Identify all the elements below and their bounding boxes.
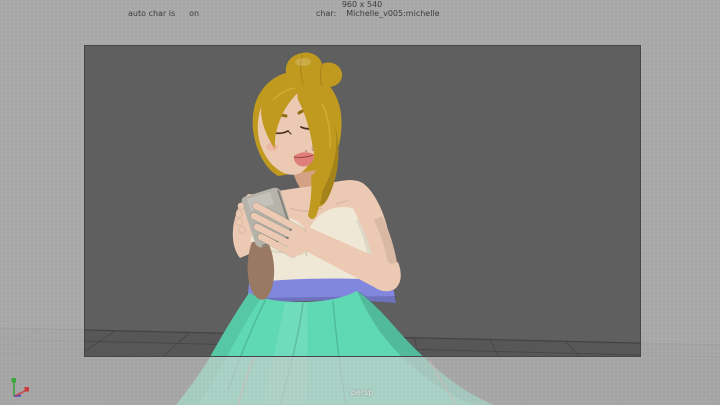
hud-character-value: Michelle_v005:michelle (346, 9, 439, 18)
y-axis-cap (12, 378, 17, 383)
gate-mask-right (640, 45, 720, 356)
gate-mask-bottom (0, 356, 720, 405)
hud-character-label: char: (316, 9, 336, 18)
gate-mask-left (0, 45, 84, 356)
axis-gizmo-icon (6, 376, 36, 402)
hud-resolution: 960 x 540 (84, 0, 640, 9)
hud-auto-char-label: auto char is (128, 9, 175, 18)
resolution-gate-border (84, 45, 641, 357)
camera-name-label: persp (84, 388, 640, 397)
hud-auto-char-value: on (189, 9, 199, 18)
x-axis-cap (25, 387, 30, 392)
hud-auto-char: auto char is on (128, 9, 199, 18)
maya-3d-viewport[interactable]: 960 x 540 auto char is on char: Michelle… (0, 0, 720, 405)
hud-character: char: Michelle_v005:michelle (316, 9, 440, 18)
